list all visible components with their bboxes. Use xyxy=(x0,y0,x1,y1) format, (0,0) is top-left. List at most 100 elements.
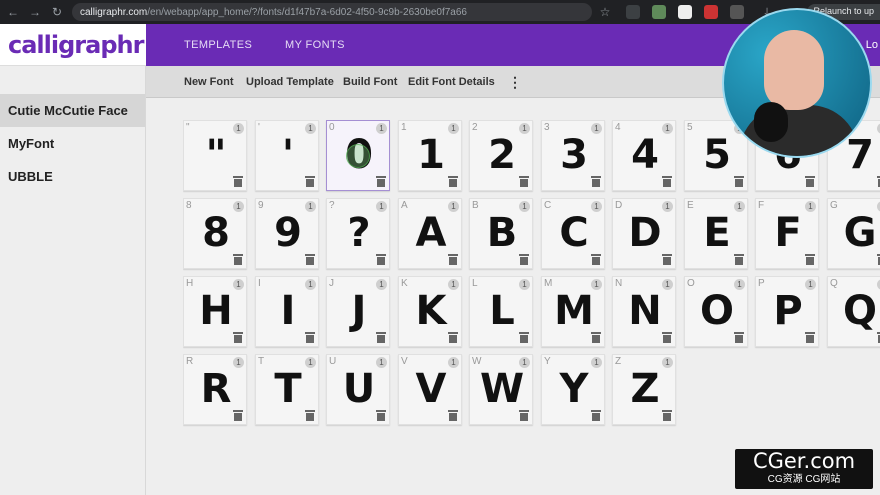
trash-icon[interactable] xyxy=(233,410,243,421)
trash-icon[interactable] xyxy=(376,176,386,187)
glyph-tile[interactable]: P1P xyxy=(755,276,819,347)
reload-icon[interactable]: ↻ xyxy=(48,3,66,21)
puzzle-icon[interactable] xyxy=(730,5,744,19)
glyph-tile[interactable]: D1D xyxy=(612,198,676,269)
trash-icon[interactable] xyxy=(591,410,601,421)
glyph-tile[interactable]: G1G xyxy=(827,198,880,269)
trash-icon[interactable] xyxy=(662,332,672,343)
glyph-tile[interactable]: E1E xyxy=(684,198,748,269)
glyph-drawing: 1 xyxy=(417,132,445,178)
trash-icon[interactable] xyxy=(376,254,386,265)
glyph-drawing: 8 xyxy=(202,210,230,256)
trash-icon[interactable] xyxy=(591,254,601,265)
trash-icon[interactable] xyxy=(591,176,601,187)
trash-icon[interactable] xyxy=(376,410,386,421)
new-font-button[interactable]: New Font xyxy=(184,66,234,98)
address-bar[interactable]: calligraphr.com/en/webapp/app_home/?/fon… xyxy=(72,3,592,21)
glyph-tile[interactable]: Q1Q xyxy=(827,276,880,347)
trash-icon[interactable] xyxy=(519,410,529,421)
extension-icon[interactable] xyxy=(678,5,692,19)
forward-icon[interactable]: → xyxy=(26,3,44,21)
glyph-tile[interactable]: C1C xyxy=(541,198,605,269)
trash-icon[interactable] xyxy=(233,254,243,265)
trash-icon[interactable] xyxy=(448,176,458,187)
glyph-tile[interactable]: ' 1 ' xyxy=(255,120,319,191)
trash-icon[interactable] xyxy=(591,332,601,343)
glyph-tile[interactable]: 111 xyxy=(398,120,462,191)
trash-icon[interactable] xyxy=(305,410,315,421)
glyph-drawing: G xyxy=(843,210,877,256)
glyph-tile[interactable]: V1V xyxy=(398,354,462,425)
glyph-tile[interactable]: F1F xyxy=(755,198,819,269)
edit-font-details-button[interactable]: Edit Font Details xyxy=(408,66,495,98)
sidebar-item-myfont[interactable]: MyFont xyxy=(0,127,145,160)
glyph-drawing: A xyxy=(415,210,447,256)
trash-icon[interactable] xyxy=(305,332,315,343)
trash-icon[interactable] xyxy=(519,254,529,265)
glyph-drawing: P xyxy=(773,288,803,334)
glyph-tile[interactable]: N1N xyxy=(612,276,676,347)
glyph-drawing: W xyxy=(479,366,525,412)
trash-icon[interactable] xyxy=(734,254,744,265)
extension-icon[interactable] xyxy=(626,5,640,19)
trash-icon[interactable] xyxy=(662,254,672,265)
glyph-tile[interactable]: ? 1? xyxy=(326,198,390,269)
trash-icon[interactable] xyxy=(305,254,315,265)
trash-icon[interactable] xyxy=(734,332,744,343)
glyph-tile[interactable]: T1T xyxy=(255,354,319,425)
upload-template-button[interactable]: Upload Template xyxy=(246,66,334,98)
trash-icon[interactable] xyxy=(734,176,744,187)
trash-icon[interactable] xyxy=(233,332,243,343)
glyph-tile[interactable]: H1H xyxy=(183,276,247,347)
glyph-tile[interactable]: " 1 " xyxy=(183,120,247,191)
trash-icon[interactable] xyxy=(805,254,815,265)
back-icon[interactable]: ← xyxy=(4,3,22,21)
glyph-drawing: Z xyxy=(630,366,660,412)
font-list-sidebar: Cutie McCutie Face MyFont UBBLE xyxy=(0,66,146,495)
glyph-tile[interactable]: J1J xyxy=(326,276,390,347)
nav-my-fonts[interactable]: MY FONTS xyxy=(285,24,345,66)
trash-icon[interactable] xyxy=(519,332,529,343)
build-font-button[interactable]: Build Font xyxy=(343,66,397,98)
app-logo: calligraphr xyxy=(8,30,144,59)
glyph-tile[interactable]: M1M xyxy=(541,276,605,347)
logo-container[interactable]: calligraphr xyxy=(0,24,146,66)
bookmark-star-icon[interactable]: ☆ xyxy=(596,3,614,21)
trash-icon[interactable] xyxy=(662,176,672,187)
sidebar-item-cutie-mccutie-face[interactable]: Cutie McCutie Face xyxy=(0,94,145,127)
trash-icon[interactable] xyxy=(233,176,243,187)
glyph-tile[interactable]: 414 xyxy=(612,120,676,191)
glyph-drawing: B xyxy=(486,210,518,256)
trash-icon[interactable] xyxy=(805,332,815,343)
glyph-tile[interactable]: Z1Z xyxy=(612,354,676,425)
trash-icon[interactable] xyxy=(519,176,529,187)
nav-templates[interactable]: TEMPLATES xyxy=(184,24,252,66)
glyph-tile[interactable]: R1R xyxy=(183,354,247,425)
glyph-tile[interactable]: 919 xyxy=(255,198,319,269)
glyph-tile[interactable]: A1A xyxy=(398,198,462,269)
glyph-drawing: 2 xyxy=(488,132,516,178)
glyph-tile[interactable]: I1I xyxy=(255,276,319,347)
glyph-tile[interactable]: U1U xyxy=(326,354,390,425)
trash-icon[interactable] xyxy=(805,176,815,187)
extension-icon[interactable] xyxy=(652,5,666,19)
trash-icon[interactable] xyxy=(448,410,458,421)
glyph-tile[interactable]: K1K xyxy=(398,276,462,347)
trash-icon[interactable] xyxy=(448,254,458,265)
more-options-icon[interactable]: ⋮ xyxy=(508,66,522,98)
glyph-tile[interactable]: O1O xyxy=(684,276,748,347)
sidebar-item-ubble[interactable]: UBBLE xyxy=(0,160,145,193)
glyph-tile[interactable]: 212 xyxy=(469,120,533,191)
glyph-tile[interactable]: 818 xyxy=(183,198,247,269)
glyph-tile[interactable]: W1W xyxy=(469,354,533,425)
glyph-tile[interactable]: Y1Y xyxy=(541,354,605,425)
trash-icon[interactable] xyxy=(305,176,315,187)
trash-icon[interactable] xyxy=(376,332,386,343)
trash-icon[interactable] xyxy=(662,410,672,421)
glyph-tile[interactable]: 313 xyxy=(541,120,605,191)
glyph-tile[interactable]: 010 xyxy=(326,120,390,191)
trash-icon[interactable] xyxy=(448,332,458,343)
glyph-tile[interactable]: B1B xyxy=(469,198,533,269)
extension-icon[interactable] xyxy=(704,5,718,19)
glyph-tile[interactable]: L1L xyxy=(469,276,533,347)
